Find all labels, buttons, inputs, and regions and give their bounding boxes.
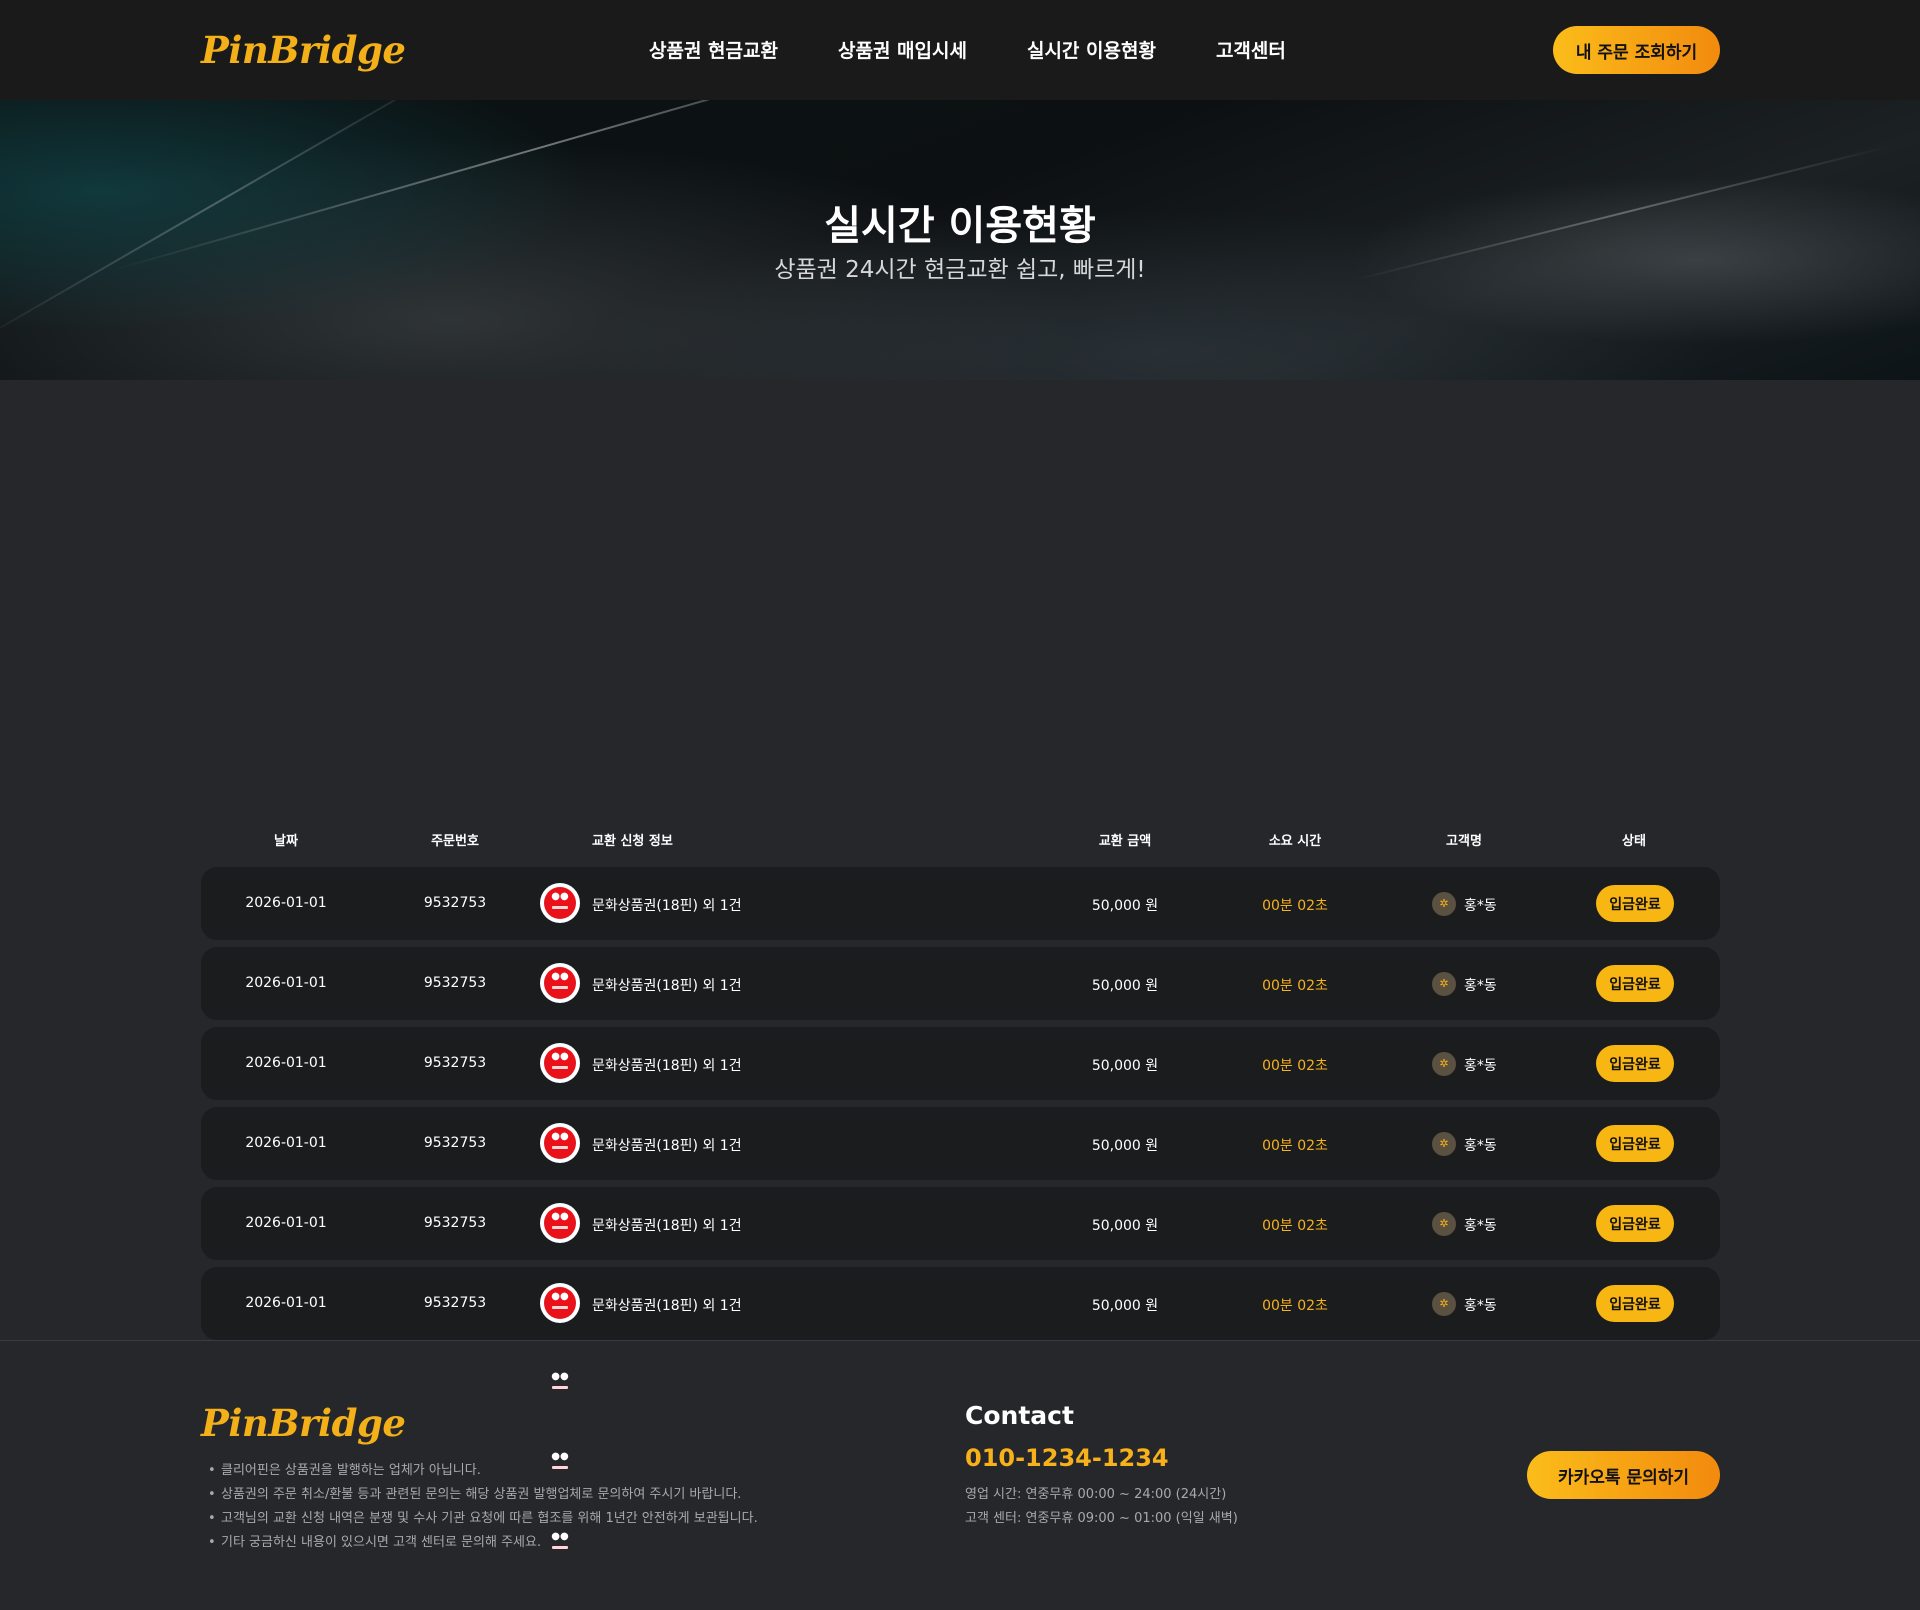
row-date: 2026-01-01 bbox=[245, 975, 327, 991]
table-row: 2026-01-01 9532753 ●● 문화상품권(18핀) 외 1건 50,000… bbox=[201, 1267, 1720, 1340]
culture-voucher-logo-icon: ●● bbox=[540, 883, 580, 923]
contact-hours: 영업 시간: 연중무휴 00:00 ~ 24:00 (24시간) 고객 센터: … bbox=[965, 1483, 1238, 1531]
row-order-number: 9532753 bbox=[423, 1055, 487, 1071]
row-duration: 00분 02초 bbox=[1262, 1138, 1328, 1154]
row-date: 2026-01-01 bbox=[245, 1295, 327, 1311]
table-row: 2026-01-01 9532753 ●● 문화상품권(18핀) 외 1건 50,000… bbox=[201, 867, 1720, 940]
footer-notice: 기타 궁금하신 내용이 있으시면 고객 센터로 문의해 주세요. bbox=[208, 1531, 758, 1555]
customer-avatar-icon: ✲ bbox=[1432, 1052, 1456, 1076]
customer-avatar-icon: ✲ bbox=[1432, 1292, 1456, 1316]
page-subtitle: 상품권 24시간 현금교환 쉽고, 빠르게! bbox=[774, 257, 1146, 283]
business-hours: 영업 시간: 연중무휴 00:00 ~ 24:00 (24시간) bbox=[965, 1487, 1227, 1502]
table-row: 2026-01-01 9532753 ●● 문화상품권(18핀) 외 1건 50,000… bbox=[201, 947, 1720, 1020]
contact-heading: Contact bbox=[965, 1401, 1074, 1430]
status-badge[interactable]: 입금완료 bbox=[1596, 1045, 1674, 1082]
table-row: 2026-01-01 9532753 ●● 문화상품권(18핀) 외 1건 50,000… bbox=[201, 1027, 1720, 1100]
row-exchange-info: 문화상품권(18핀) 외 1건 bbox=[592, 1298, 742, 1314]
status-badge[interactable]: 입금완료 bbox=[1596, 885, 1674, 922]
column-header-exchange-info: 교환 신청 정보 bbox=[592, 834, 673, 849]
row-amount: 50,000 원 bbox=[1091, 1058, 1159, 1074]
row-duration: 00분 02초 bbox=[1262, 1218, 1328, 1234]
row-exchange-info: 문화상품권(18핀) 외 1건 bbox=[592, 1058, 742, 1074]
support-hours: 고객 센터: 연중무휴 09:00 ~ 01:00 (익일 새벽) bbox=[965, 1511, 1238, 1526]
row-amount: 50,000 원 bbox=[1091, 1138, 1159, 1154]
status-badge[interactable]: 입금완료 bbox=[1596, 965, 1674, 1002]
row-order-number: 9532753 bbox=[423, 1215, 487, 1231]
contact-phone-number[interactable]: 010-1234-1234 bbox=[965, 1444, 1169, 1472]
row-amount: 50,000 원 bbox=[1091, 978, 1159, 994]
column-header-duration: 소요 시간 bbox=[1268, 834, 1322, 849]
row-amount: 50,000 원 bbox=[1091, 1218, 1159, 1234]
culture-voucher-logo-icon: ●● bbox=[540, 1203, 580, 1243]
status-badge[interactable]: 입금완료 bbox=[1596, 1205, 1674, 1242]
footer-logo[interactable]: PinBridge bbox=[201, 1401, 406, 1445]
row-exchange-info: 문화상품권(18핀) 외 1건 bbox=[592, 898, 742, 914]
row-order-number: 9532753 bbox=[423, 895, 487, 911]
row-amount: 50,000 원 bbox=[1091, 1298, 1159, 1314]
site-logo[interactable]: PinBridge bbox=[201, 28, 406, 72]
customer-avatar-icon: ✲ bbox=[1432, 1212, 1456, 1236]
column-header-customer: 고객명 bbox=[1446, 834, 1482, 849]
my-order-lookup-button[interactable]: 내 주문 조회하기 bbox=[1553, 26, 1720, 74]
footer-notice: 고객님의 교환 신청 내역은 분쟁 및 수사 기관 요청에 따른 협조를 위해 … bbox=[208, 1507, 758, 1531]
row-exchange-info: 문화상품권(18핀) 외 1건 bbox=[592, 1138, 742, 1154]
customer-avatar-icon: ✲ bbox=[1432, 1132, 1456, 1156]
culture-voucher-logo-icon: ●● bbox=[540, 1043, 580, 1083]
footer-notice-list: 클리어핀은 상품권을 발행하는 업체가 아닙니다. 상품권의 주문 취소/환불 … bbox=[208, 1459, 758, 1555]
row-order-number: 9532753 bbox=[423, 1295, 487, 1311]
page-title: 실시간 이용현황 bbox=[824, 203, 1096, 249]
table-header: 날짜 주문번호 교환 신청 정보 교환 금액 소요 시간 고객명 상태 bbox=[0, 830, 1920, 850]
row-date: 2026-01-01 bbox=[245, 1215, 327, 1231]
footer-notice: 상품권의 주문 취소/환불 등과 관련된 문의는 해당 상품권 발행업체로 문의… bbox=[208, 1483, 758, 1507]
row-duration: 00분 02초 bbox=[1262, 978, 1328, 994]
row-duration: 00분 02초 bbox=[1262, 1298, 1328, 1314]
row-customer-name: 홍*동 bbox=[1464, 1138, 1497, 1154]
status-badge[interactable]: 입금완료 bbox=[1596, 1125, 1674, 1162]
column-header-order-number: 주문번호 bbox=[431, 834, 479, 849]
row-customer-name: 홍*동 bbox=[1464, 1058, 1497, 1074]
site-footer: PinBridge 클리어핀은 상품권을 발행하는 업체가 아닙니다. 상품권의… bbox=[0, 1340, 1920, 1610]
row-order-number: 9532753 bbox=[423, 1135, 487, 1151]
culture-voucher-logo-icon: ●● bbox=[540, 1123, 580, 1163]
row-duration: 00분 02초 bbox=[1262, 898, 1328, 914]
nav-item-purchase-rates[interactable]: 상품권 매입시세 bbox=[838, 36, 967, 63]
row-exchange-info: 문화상품권(18핀) 외 1건 bbox=[592, 1218, 742, 1234]
row-amount: 50,000 원 bbox=[1091, 898, 1159, 914]
column-header-status: 상태 bbox=[1622, 834, 1646, 849]
nav-item-live-status[interactable]: 실시간 이용현황 bbox=[1027, 36, 1156, 63]
culture-voucher-logo-icon: ●● bbox=[540, 1283, 580, 1323]
column-header-amount: 교환 금액 bbox=[1098, 834, 1152, 849]
row-date: 2026-01-01 bbox=[245, 1055, 327, 1071]
column-header-date: 날짜 bbox=[274, 834, 298, 849]
row-order-number: 9532753 bbox=[423, 975, 487, 991]
table-row: 2026-01-01 9532753 ●● 문화상품권(18핀) 외 1건 50,000… bbox=[201, 1187, 1720, 1260]
main-nav: 상품권 현금교환 상품권 매입시세 실시간 이용현황 고객센터 bbox=[649, 36, 1286, 63]
row-date: 2026-01-01 bbox=[245, 1135, 327, 1151]
row-customer-name: 홍*동 bbox=[1464, 1298, 1497, 1314]
footer-notice: 클리어핀은 상품권을 발행하는 업체가 아닙니다. bbox=[208, 1459, 758, 1483]
kakaotalk-inquiry-button[interactable]: 카카오톡 문의하기 bbox=[1527, 1451, 1720, 1499]
customer-avatar-icon: ✲ bbox=[1432, 892, 1456, 916]
top-navigation-bar: PinBridge 상품권 현금교환 상품권 매입시세 실시간 이용현황 고객센… bbox=[0, 0, 1920, 100]
row-customer-name: 홍*동 bbox=[1464, 898, 1497, 914]
row-date: 2026-01-01 bbox=[245, 895, 327, 911]
row-duration: 00분 02초 bbox=[1262, 1058, 1328, 1074]
nav-item-cash-exchange[interactable]: 상품권 현금교환 bbox=[649, 36, 778, 63]
row-customer-name: 홍*동 bbox=[1464, 1218, 1497, 1234]
row-customer-name: 홍*동 bbox=[1464, 978, 1497, 994]
hero-banner: 실시간 이용현황 상품권 24시간 현금교환 쉽고, 빠르게! bbox=[0, 100, 1920, 380]
row-exchange-info: 문화상품권(18핀) 외 1건 bbox=[592, 978, 742, 994]
table-row: 2026-01-01 9532753 ●● 문화상품권(18핀) 외 1건 50,000… bbox=[201, 1107, 1720, 1180]
culture-voucher-logo-icon: ●● bbox=[540, 963, 580, 1003]
nav-item-customer-center[interactable]: 고객센터 bbox=[1216, 36, 1286, 63]
customer-avatar-icon: ✲ bbox=[1432, 972, 1456, 996]
status-badge[interactable]: 입금완료 bbox=[1596, 1285, 1674, 1322]
